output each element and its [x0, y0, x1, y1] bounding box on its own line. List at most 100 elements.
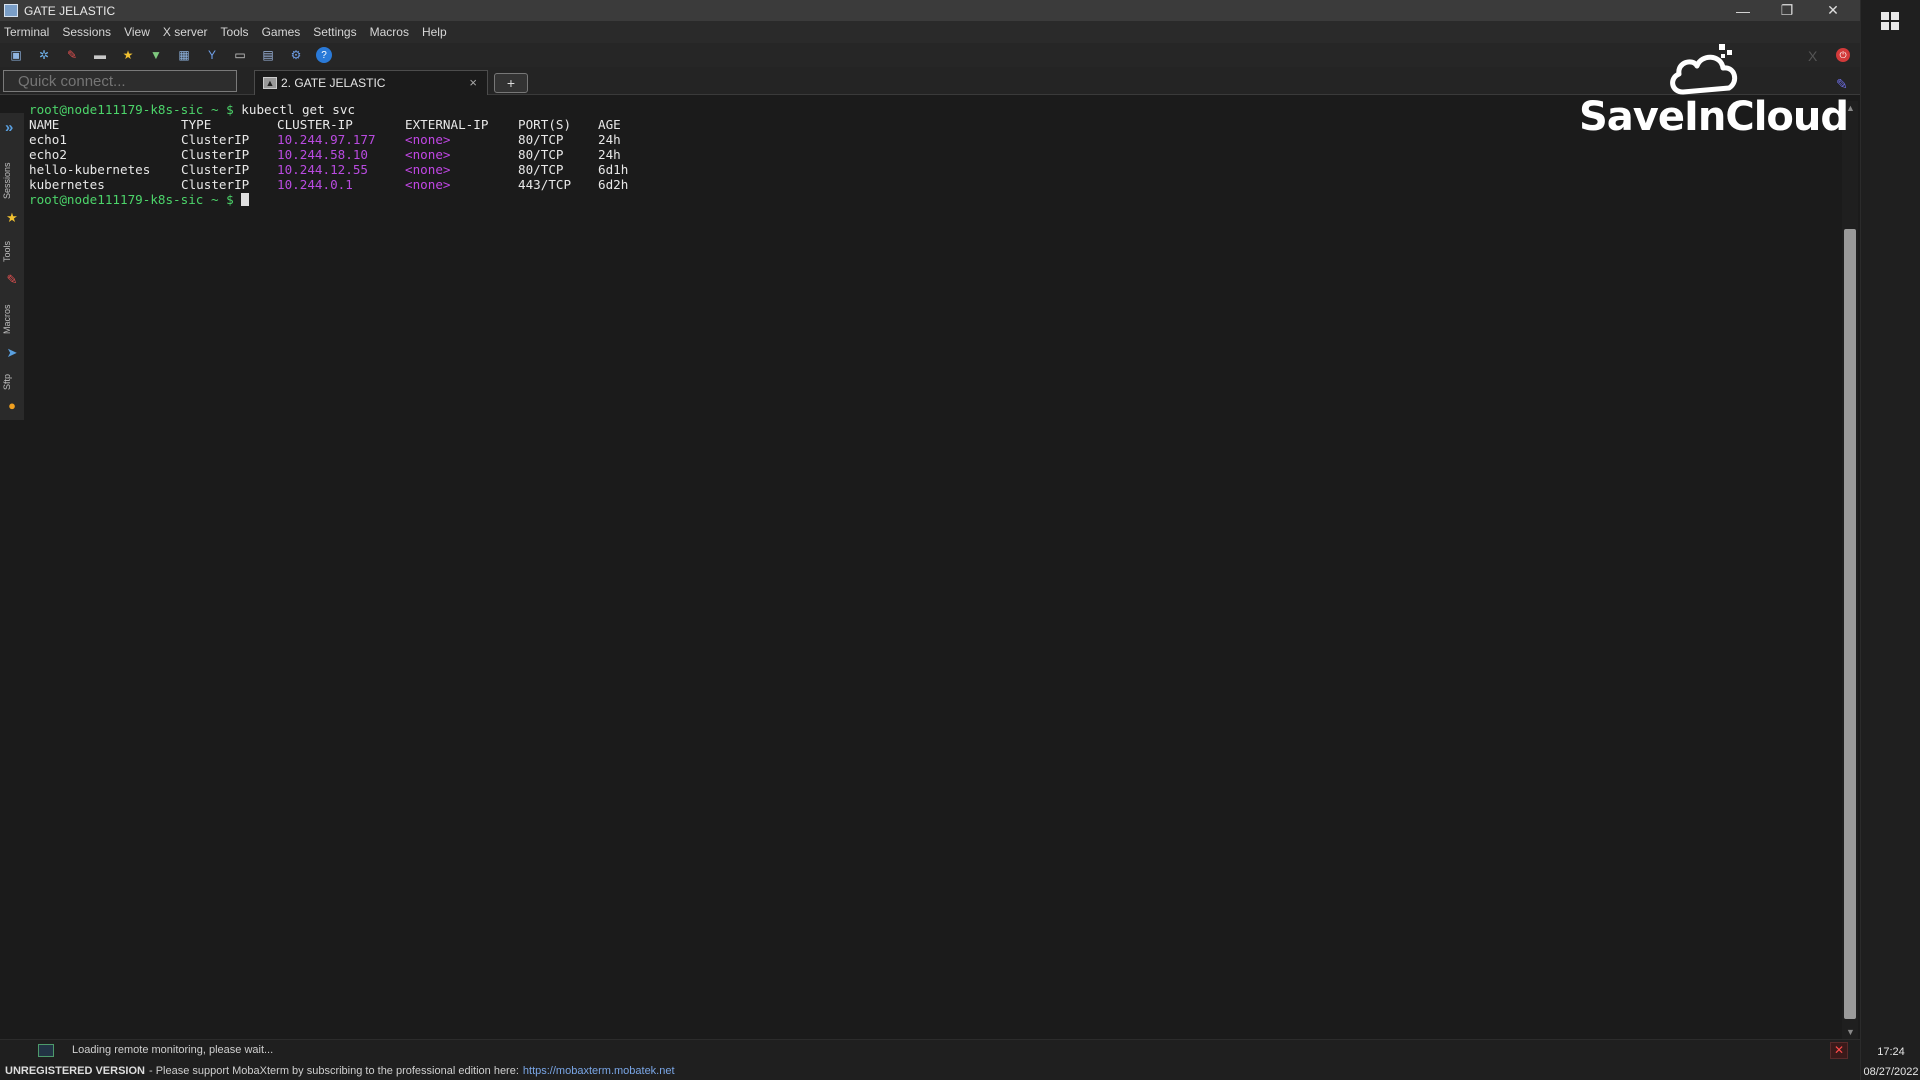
svc-name: echo2	[29, 147, 67, 162]
restore-button[interactable]: ❐	[1764, 0, 1810, 21]
menu-games[interactable]: Games	[262, 25, 301, 39]
prompt: root@node111179-k8s-sic ~ $	[29, 192, 234, 207]
tab-close-icon[interactable]: ×	[469, 75, 477, 90]
expand-sidebar-icon[interactable]: »	[5, 119, 13, 136]
tab-label: 2. GATE JELASTIC	[281, 76, 386, 90]
svc-cluster-ip: 10.244.12.55	[277, 162, 368, 177]
tab-gate-jelastic[interactable]: ▲ 2. GATE JELASTIC ×	[254, 70, 488, 95]
menu-sessions[interactable]: Sessions	[62, 25, 111, 39]
tunneling-icon[interactable]: ▭	[232, 47, 248, 63]
session-icon[interactable]: ▣	[8, 47, 24, 63]
terminal-cursor	[241, 193, 250, 206]
svc-name: kubernetes	[29, 177, 105, 192]
command-line-current: root@node111179-k8s-sic ~ $	[29, 192, 1844, 207]
sidebar-tab-macros[interactable]: Macros	[2, 293, 22, 345]
power-icon[interactable]: ⏻	[1836, 48, 1850, 62]
sidebar-tab-sftp[interactable]: Sftp	[2, 367, 22, 397]
cloud-logo-icon	[1670, 44, 1738, 95]
quick-connect-input[interactable]	[3, 70, 237, 92]
svc-ports: 80/TCP	[518, 147, 564, 162]
packages-icon[interactable]: ▤	[260, 47, 276, 63]
menu-settings[interactable]: Settings	[313, 25, 356, 39]
x-server-icon[interactable]: X	[1808, 48, 1817, 64]
view-icon[interactable]: ▼	[148, 47, 164, 63]
svc-external-ip: <none>	[405, 177, 451, 192]
svc-ports: 443/TCP	[518, 177, 572, 192]
header-external-ip: EXTERNAL-IP	[405, 117, 489, 132]
unregistered-label: UNREGISTERED VERSION	[5, 1064, 145, 1077]
monitoring-icon	[38, 1044, 54, 1057]
terminal-tab-icon: ▲	[263, 77, 277, 89]
mobatek-link[interactable]: https://mobaxterm.mobatek.net	[523, 1065, 675, 1077]
svc-ports: 80/TCP	[518, 132, 564, 147]
windows-start-icon[interactable]	[1881, 12, 1899, 30]
svc-age: 6d1h	[598, 162, 629, 177]
svc-name: echo1	[29, 132, 67, 147]
table-header: NAME TYPE CLUSTER-IP EXTERNAL-IP PORT(S) AGE	[29, 117, 1844, 132]
menu-bar: Terminal Sessions View X server Tools Ga…	[0, 21, 1860, 43]
help-icon[interactable]: ?	[316, 47, 332, 63]
menu-terminal[interactable]: Terminal	[4, 25, 49, 39]
svc-external-ip: <none>	[405, 162, 451, 177]
support-text: - Please support MobaXterm by subscribin…	[148, 1064, 519, 1077]
svc-cluster-ip: 10.244.97.177	[277, 132, 376, 147]
send-icon: ➤	[6, 345, 18, 360]
terminal-output[interactable]: root@node111179-k8s-sic ~ $ kubectl get …	[24, 101, 1844, 1039]
monitoring-status: Loading remote monitoring, please wait..…	[72, 1044, 274, 1056]
window-title: GATE JELASTIC	[24, 3, 116, 18]
close-button[interactable]: ✕	[1810, 0, 1856, 21]
sftp-icon: ●	[8, 398, 16, 413]
watermark-text: SaveInCloud	[1579, 94, 1849, 140]
left-sidebar: » Sessions ★ Tools ✎ Macros ➤ Sftp ●	[0, 113, 24, 420]
table-row: kubernetes ClusterIP 10.244.0.1 <none> 443/T…	[29, 177, 1844, 192]
minimize-button[interactable]: —	[1720, 0, 1766, 21]
svc-cluster-ip: 10.244.0.1	[277, 177, 353, 192]
app-icon	[4, 4, 18, 17]
stop-icon[interactable]: ✕	[1830, 1042, 1848, 1059]
svc-age: 24h	[598, 147, 621, 162]
menu-help[interactable]: Help	[422, 25, 447, 39]
menu-tools[interactable]: Tools	[221, 25, 249, 39]
menu-macros[interactable]: Macros	[370, 25, 409, 39]
command: kubectl get svc	[233, 102, 356, 117]
scroll-down-icon[interactable]: ▼	[1846, 1027, 1855, 1037]
terminal-scrollbar[interactable]: ▲ ▼	[1842, 101, 1858, 1039]
menu-view[interactable]: View	[124, 25, 150, 39]
svc-cluster-ip: 10.244.58.10	[277, 147, 368, 162]
header-cluster-ip: CLUSTER-IP	[277, 117, 353, 132]
table-row: hello-kubernetes ClusterIP 10.244.12.55 <no…	[29, 162, 1844, 177]
unregistered-bar: UNREGISTERED VERSION - Please support Mo…	[0, 1061, 1860, 1080]
games-icon[interactable]: ▬	[92, 47, 108, 63]
table-row: echo1 ClusterIP 10.244.97.177 <none> 80/TCP 2…	[29, 132, 1844, 147]
settings-icon[interactable]: ⚙	[288, 47, 304, 63]
taskbar-time[interactable]: 17:24	[1861, 1044, 1920, 1060]
tools-sidebar-icon: ✎	[6, 272, 18, 287]
tools-icon[interactable]: ✎	[64, 47, 80, 63]
status-bar: Loading remote monitoring, please wait..…	[0, 1039, 1860, 1061]
svc-age: 6d2h	[598, 177, 629, 192]
scrollbar-thumb[interactable]	[1844, 229, 1856, 1019]
attachment-icon[interactable]: ✎	[1836, 76, 1848, 93]
svc-ports: 80/TCP	[518, 162, 564, 177]
title-bar: GATE JELASTIC — ❐ ✕	[0, 0, 1860, 21]
svc-external-ip: <none>	[405, 147, 451, 162]
multiexec-icon[interactable]: Y	[204, 47, 220, 63]
windows-taskbar: 17:24 08/27/2022	[1860, 0, 1920, 1080]
svc-type: ClusterIP	[181, 162, 250, 177]
favorites-icon[interactable]: ★	[120, 47, 136, 63]
split-icon[interactable]: ▦	[176, 47, 192, 63]
svc-name: hello-kubernetes	[29, 162, 151, 177]
svc-age: 24h	[598, 132, 621, 147]
table-row: echo2 ClusterIP 10.244.58.10 <none> 80/TCP 24…	[29, 147, 1844, 162]
sidebar-tab-tools[interactable]: Tools	[2, 231, 22, 271]
star-icon: ★	[6, 210, 18, 225]
svc-external-ip: <none>	[405, 132, 451, 147]
header-type: TYPE	[181, 117, 212, 132]
new-tab-button[interactable]: +	[494, 73, 528, 93]
svc-type: ClusterIP	[181, 147, 250, 162]
servers-icon[interactable]: ✲	[36, 47, 52, 63]
prompt: root@node111179-k8s-sic ~ $	[29, 102, 234, 117]
sidebar-tab-sessions[interactable]: Sessions	[2, 153, 22, 209]
taskbar-date[interactable]: 08/27/2022	[1861, 1066, 1920, 1078]
menu-x-server[interactable]: X server	[163, 25, 208, 39]
